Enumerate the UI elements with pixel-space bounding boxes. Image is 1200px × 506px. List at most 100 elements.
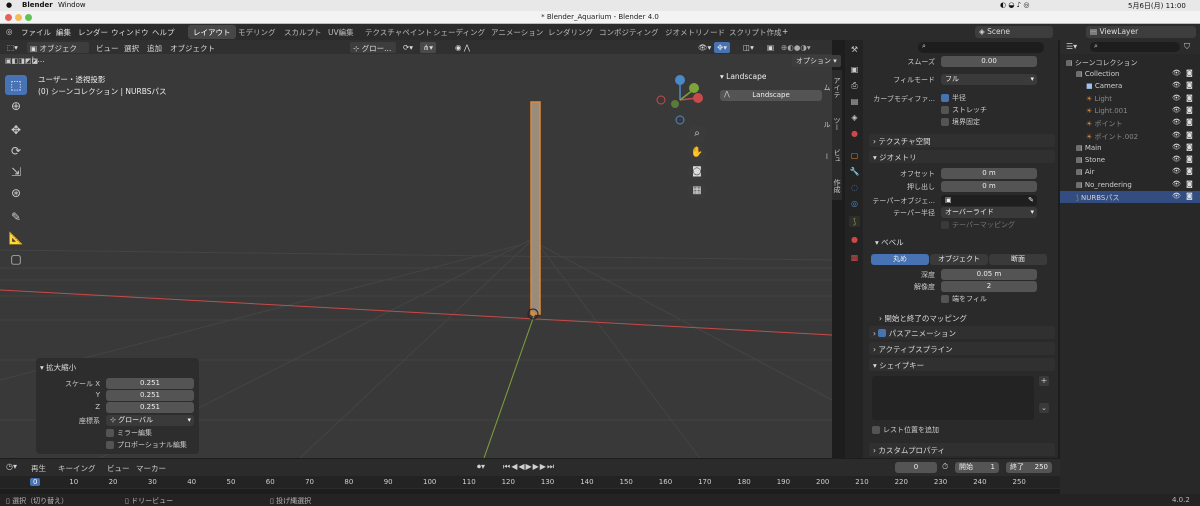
path-animation-checkbox[interactable] <box>878 329 887 337</box>
snap-icon[interactable]: ⋔▾ <box>420 42 437 53</box>
tab-rendering[interactable]: レンダリング <box>543 25 598 39</box>
stopwatch-icon[interactable]: ⏱ <box>942 462 948 472</box>
pivot-icon[interactable]: ⟳▾ <box>400 42 416 53</box>
tab-layout[interactable]: レイアウト <box>188 25 236 39</box>
tab-geometry-nodes[interactable]: ジオメトリノード <box>660 25 730 39</box>
render-camera-icon[interactable]: ◙ <box>1186 192 1193 200</box>
outliner-item[interactable]: ■ Camera 👁 ◙ <box>1060 80 1200 92</box>
bevel-mode-round[interactable]: 丸め <box>871 254 929 265</box>
gizmo-z-icon[interactable] <box>675 75 685 85</box>
current-frame-field[interactable]: 0 <box>895 462 937 473</box>
proportional-icon[interactable]: ◉ ⋀ <box>452 42 473 53</box>
visibility-eye-icon[interactable]: 👁 <box>1172 106 1181 114</box>
render-camera-icon[interactable]: ◙ <box>1186 118 1193 126</box>
scale-tool-icon[interactable]: ⇲ <box>5 162 27 182</box>
depth-field[interactable]: 0.05 m <box>941 269 1037 280</box>
outliner-item[interactable]: ☀ ポイント.002 👁 ◙ <box>1060 130 1200 142</box>
menu-view[interactable]: ビュー <box>107 463 130 474</box>
bevel-mode-profile[interactable]: 断面 <box>989 254 1047 265</box>
select-mode-icons[interactable]: ▣◧◨◩◪ <box>5 57 38 65</box>
material-props-icon[interactable]: ● <box>849 234 860 245</box>
view-layer-props-icon[interactable]: ▤ <box>849 96 860 107</box>
gizmo-toggle-icon[interactable]: ✥▾ <box>714 42 731 53</box>
render-camera-icon[interactable]: ◙ <box>1186 69 1193 77</box>
shape-key-menu-icon[interactable]: ⌄ <box>1039 403 1049 413</box>
tab-animation[interactable]: アニメーション <box>486 25 548 39</box>
object-props-icon[interactable]: ▢ <box>849 150 860 161</box>
measure-tool-icon[interactable]: 📐 <box>5 228 27 248</box>
geometry-section[interactable]: ▾ ジオメトリ <box>869 150 1055 163</box>
properties-search[interactable]: ⌕ <box>918 42 1044 53</box>
app-menu[interactable]: Blender <box>22 1 53 9</box>
outliner-item[interactable]: ▤ Collection 👁 ◙ <box>1060 68 1200 80</box>
active-spline-section[interactable]: › アクティブスプライン <box>869 342 1055 355</box>
window-menu[interactable]: Window <box>58 1 86 9</box>
playback-controls-icon[interactable]: ⏮◀◀▶▶▶⏭ <box>503 462 555 472</box>
select-box-tool-icon[interactable]: ⬚ <box>5 75 27 95</box>
redo-title[interactable]: ▾ 拡大縮小 <box>40 362 76 373</box>
radius-checkbox[interactable] <box>941 94 949 102</box>
bevel-mode-object[interactable]: オブジェクト <box>930 254 988 265</box>
fill-mode-select[interactable]: フル ▾ <box>941 74 1037 85</box>
gizmo-y-icon[interactable] <box>689 83 699 93</box>
outliner-search[interactable]: ⌕ <box>1090 42 1180 52</box>
render-camera-icon[interactable]: ◙ <box>1186 81 1193 89</box>
outliner-item[interactable]: ▤ No_rendering 👁 ◙ <box>1060 179 1200 191</box>
render-props-icon[interactable]: ▣ <box>849 64 860 75</box>
taper-object-field[interactable]: ▣ ✎ <box>941 195 1037 206</box>
filter-icon[interactable]: ⛉ <box>1184 42 1190 52</box>
move-tool-icon[interactable]: ✥ <box>5 120 27 140</box>
add-workspace-icon[interactable]: + <box>782 27 788 36</box>
rotate-tool-icon[interactable]: ⟳ <box>5 141 27 161</box>
texture-props-icon[interactable]: ▩ <box>849 252 860 263</box>
resolution-field[interactable]: 2 <box>941 281 1037 292</box>
viewlayer-selector[interactable]: ▤ ViewLayer <box>1086 26 1196 38</box>
stretch-checkbox[interactable] <box>941 106 949 114</box>
pan-hand-icon[interactable]: ✋ <box>688 144 706 162</box>
options-dropdown[interactable]: オプション ▾ <box>792 55 841 67</box>
menu-select[interactable]: 選択 <box>121 42 142 53</box>
blender-logo-icon[interactable]: ◎ <box>6 27 13 36</box>
menu-edit[interactable]: 編集 <box>56 27 71 38</box>
outliner-item[interactable]: ▤ Stone 👁 ◙ <box>1060 154 1200 166</box>
outliner-item[interactable]: ▤ Air 👁 ◙ <box>1060 166 1200 178</box>
bounds-clamp-checkbox[interactable] <box>941 118 949 126</box>
outliner-item[interactable]: ⟆ NURBSパス 👁 ◙ <box>1060 191 1200 203</box>
tab-item[interactable]: アイテム <box>823 74 842 100</box>
curve-data-props-icon[interactable]: ⟆ <box>849 216 860 227</box>
shape-keys-section[interactable]: ▾ シェイプキー <box>869 358 1055 371</box>
rest-position-checkbox[interactable] <box>872 426 880 434</box>
render-camera-icon[interactable]: ◙ <box>1186 180 1193 188</box>
tab-tool[interactable]: ツール <box>823 114 842 134</box>
output-props-icon[interactable]: ⎙ <box>849 80 860 91</box>
render-camera-icon[interactable]: ◙ <box>1186 106 1193 114</box>
frame-ruler[interactable]: 0 10 20 30 40 50 60 70 80 90 100 110 120 130 140 150 160… <box>0 476 1060 488</box>
render-camera-icon[interactable]: ◙ <box>1186 94 1193 102</box>
tab-modeling[interactable]: モデリング <box>233 25 281 39</box>
outliner-item[interactable]: ▤ Main 👁 ◙ <box>1060 142 1200 154</box>
tab-view[interactable]: ビュー <box>823 146 842 166</box>
tab-sculpt[interactable]: スカルプト <box>279 25 327 39</box>
visibility-eye-icon[interactable]: 👁 <box>1172 155 1181 163</box>
overlay-toggle-icon[interactable]: ◫▾ <box>740 42 757 53</box>
outliner-item[interactable]: ☀ ポイント 👁 ◙ <box>1060 117 1200 129</box>
visibility-eye-icon[interactable]: 👁 <box>1172 81 1181 89</box>
texture-space-section[interactable]: › テクスチャ空間 <box>869 134 1055 147</box>
menu-marker[interactable]: マーカー <box>136 463 166 474</box>
visibility-eye-icon[interactable]: 👁 <box>1172 131 1181 139</box>
proportional-checkbox[interactable] <box>106 441 114 449</box>
visibility-eye-icon[interactable]: 👁 <box>1172 118 1181 126</box>
cursor-tool-icon[interactable]: ⊕ <box>5 96 27 116</box>
zoom-icon[interactable]: ⌕ <box>688 125 706 143</box>
render-camera-icon[interactable]: ◙ <box>1186 131 1193 139</box>
mirror-checkbox[interactable] <box>106 429 114 437</box>
timeline-editor-icon[interactable]: ◷▾ <box>6 462 17 471</box>
tab-uv-editing[interactable]: UV編集 <box>323 25 359 39</box>
eyedropper-icon[interactable]: ✎ <box>1028 195 1037 206</box>
scale-y-field[interactable]: 0.251 <box>106 390 194 401</box>
annotate-tool-icon[interactable]: ✎ <box>5 207 27 227</box>
xray-icon[interactable]: ▣ <box>764 42 777 53</box>
scale-x-field[interactable]: 0.251 <box>106 378 194 389</box>
taper-radius-select[interactable]: オーバーライド ▾ <box>941 207 1037 218</box>
shape-keys-list[interactable] <box>872 376 1034 420</box>
